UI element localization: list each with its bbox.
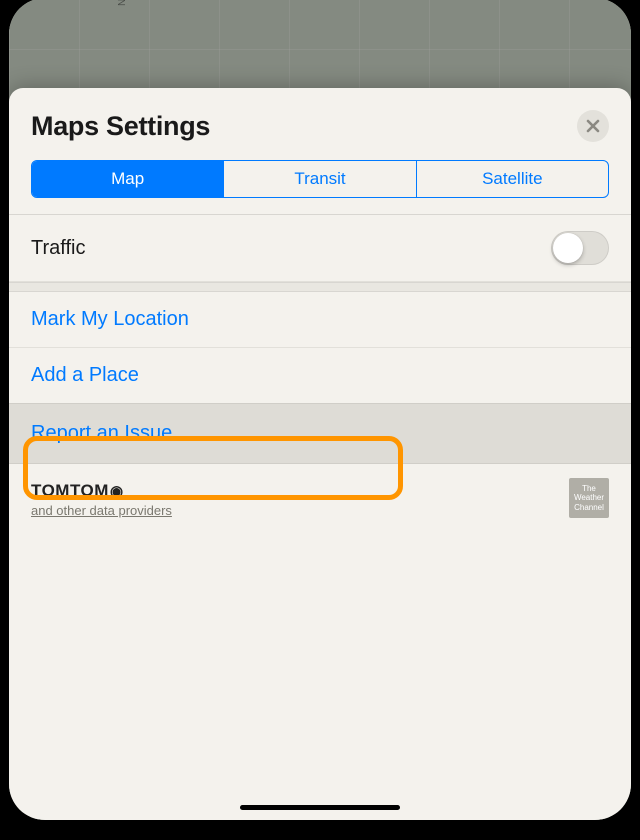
home-indicator[interactable] [240,805,400,810]
toggle-knob [553,233,583,263]
tomtom-logo: TOMTOM◉ [31,481,172,501]
settings-sheet: Maps Settings Map Transit Satellite Traf… [9,88,631,820]
traffic-row: Traffic [9,215,631,282]
section-divider [9,282,631,292]
phone-frame: N Blaney Ave Maps Settings Map Transit S… [0,0,640,840]
tab-map[interactable]: Map [32,161,224,197]
mark-location-label: Mark My Location [31,308,189,331]
tomtom-icon: ◉ [110,482,124,500]
traffic-label: Traffic [31,237,85,260]
report-issue-label: Report an Issue [31,422,172,444]
weather-channel-badge[interactable]: The Weather Channel [569,478,609,518]
close-icon [586,119,600,133]
data-providers-link[interactable]: and other data providers [31,503,172,518]
tomtom-attribution: TOMTOM◉ and other data providers [31,481,172,518]
report-an-issue-button[interactable]: Report an Issue [9,403,631,464]
close-button[interactable] [577,110,609,142]
sheet-title: Maps Settings [31,111,210,142]
screen: N Blaney Ave Maps Settings Map Transit S… [9,0,631,820]
add-place-label: Add a Place [31,364,139,387]
traffic-toggle[interactable] [551,231,609,265]
add-a-place-button[interactable]: Add a Place [9,348,631,403]
tab-transit[interactable]: Transit [224,161,416,197]
mark-my-location-button[interactable]: Mark My Location [9,292,631,348]
sheet-header: Maps Settings [9,88,631,160]
view-mode-segmented-control[interactable]: Map Transit Satellite [31,160,609,198]
tab-satellite[interactable]: Satellite [417,161,608,197]
attribution-row: TOMTOM◉ and other data providers The Wea… [9,464,631,518]
